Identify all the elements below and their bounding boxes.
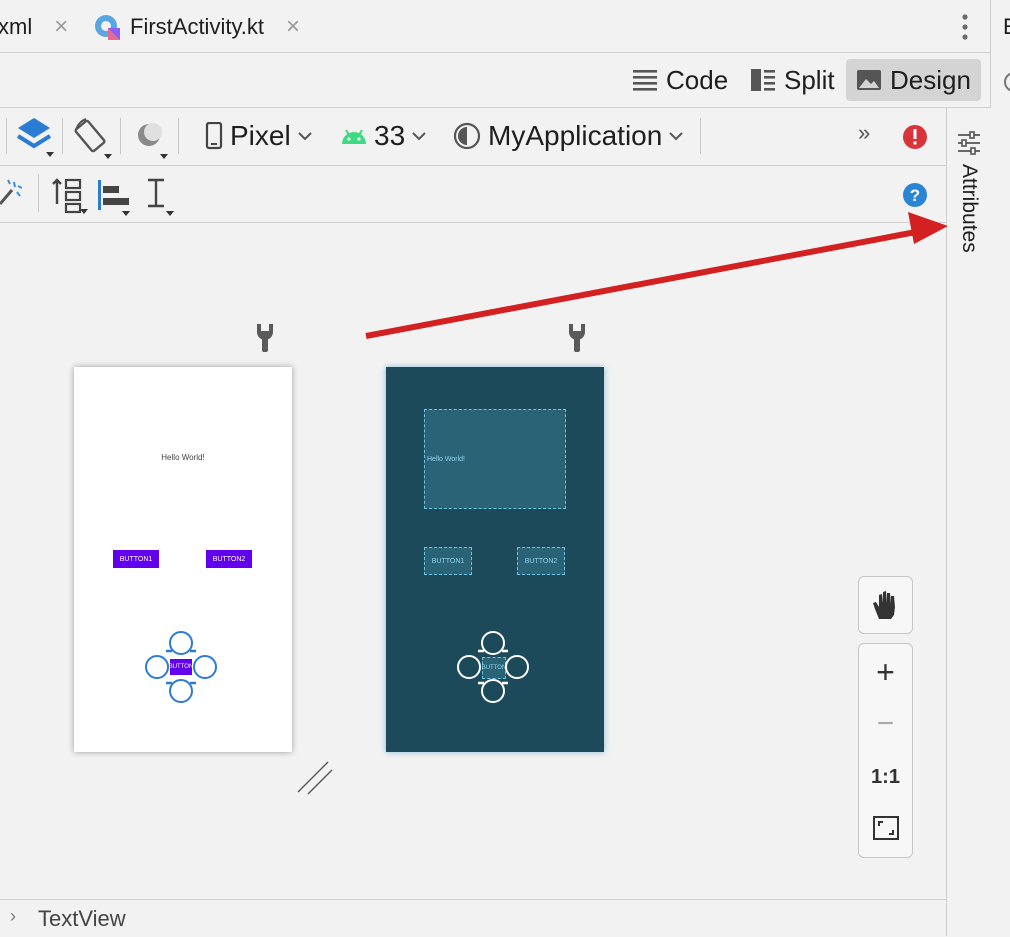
resize-handle-icon[interactable] bbox=[296, 758, 336, 796]
tab-label: FirstActivity.kt bbox=[130, 14, 265, 39]
layers-icon[interactable] bbox=[16, 116, 56, 160]
split-mode-button[interactable]: Split bbox=[740, 59, 845, 101]
constraint-handles-icon[interactable] bbox=[144, 631, 220, 707]
divider bbox=[178, 118, 179, 154]
zoom-actual-size-button[interactable]: 1:1 bbox=[859, 762, 912, 792]
guidelines-icon[interactable] bbox=[144, 176, 180, 216]
divider bbox=[62, 118, 63, 154]
split-view-icon bbox=[751, 69, 775, 91]
divider bbox=[38, 174, 39, 212]
align-icon[interactable] bbox=[96, 176, 136, 216]
android-icon bbox=[342, 129, 366, 144]
panel-icon bbox=[1004, 72, 1010, 92]
svg-text:?: ? bbox=[910, 186, 920, 205]
hand-icon bbox=[873, 591, 895, 619]
orientation-icon[interactable] bbox=[72, 116, 116, 160]
magic-wand-icon[interactable] bbox=[0, 178, 22, 208]
close-icon[interactable]: × bbox=[54, 12, 68, 42]
divider bbox=[6, 118, 7, 154]
sliders-icon[interactable] bbox=[956, 130, 982, 156]
zoom-to-fit-icon[interactable] bbox=[873, 816, 899, 840]
tab-firstactivity[interactable]: FirstActivity.kt × bbox=[92, 12, 300, 42]
editor-tab-bar: xml × FirstActivity.kt × bbox=[0, 0, 990, 53]
wrench-icon[interactable] bbox=[566, 322, 588, 354]
chevron-right-icon[interactable]: › bbox=[10, 906, 16, 927]
button2-preview[interactable]: BUTTON2 bbox=[206, 550, 252, 568]
button1-blueprint[interactable]: BUTTON1 bbox=[424, 547, 472, 575]
attributes-tool-strip: Attributes bbox=[946, 108, 991, 936]
zoom-controls: + − 1:1 bbox=[858, 643, 913, 858]
design-label: Design bbox=[890, 64, 971, 95]
kotlin-file-icon bbox=[95, 15, 120, 40]
code-lines-icon bbox=[633, 70, 657, 91]
night-mode-icon[interactable] bbox=[134, 120, 174, 160]
attributes-tab[interactable]: Attributes bbox=[955, 164, 983, 253]
api-level-label: 33 bbox=[374, 120, 406, 151]
more-options-icon[interactable] bbox=[958, 12, 972, 42]
chevron-down-icon bbox=[669, 132, 684, 141]
view-mode-bar: Code Split Design bbox=[0, 53, 990, 108]
phone-icon bbox=[205, 122, 223, 150]
pan-button[interactable] bbox=[858, 576, 913, 634]
hello-world-text[interactable]: Hello World! bbox=[74, 453, 292, 462]
help-icon[interactable]: ? bbox=[902, 182, 928, 208]
design-mode-button[interactable]: Design bbox=[846, 59, 981, 101]
zoom-out-button[interactable]: − bbox=[859, 706, 912, 742]
pack-icon[interactable] bbox=[50, 176, 90, 216]
chevron-down-icon bbox=[412, 132, 426, 141]
panel-letter: E bbox=[1003, 14, 1010, 40]
code-mode-button[interactable]: Code bbox=[622, 59, 738, 101]
layout-toolbar: ? bbox=[0, 166, 946, 223]
code-label: Code bbox=[666, 64, 729, 95]
blueprint-preview-phone[interactable]: Hello World! BUTTON1 BUTTON2 BUTTON bbox=[386, 367, 604, 752]
overflow-chevron-icon[interactable]: » bbox=[858, 120, 870, 146]
image-icon bbox=[857, 70, 881, 90]
chevron-down-icon bbox=[297, 132, 312, 141]
button2-blueprint[interactable]: BUTTON2 bbox=[517, 547, 565, 575]
close-icon[interactable]: × bbox=[286, 12, 300, 42]
split-label: Split bbox=[784, 64, 835, 95]
wrench-icon[interactable] bbox=[254, 322, 276, 354]
zoom-in-button[interactable]: + bbox=[859, 654, 912, 690]
hello-world-blueprint-box[interactable]: Hello World! bbox=[424, 409, 566, 509]
design-toolbar: Pixel 33 MyApplication » bbox=[0, 108, 946, 166]
selected-component-label[interactable]: TextView bbox=[38, 906, 126, 932]
hello-world-blueprint-text: Hello World! bbox=[427, 455, 465, 463]
theme-selector[interactable]: MyApplication bbox=[452, 120, 684, 152]
divider bbox=[700, 118, 701, 154]
theme-icon bbox=[453, 122, 481, 150]
api-level-selector[interactable]: 33 bbox=[340, 120, 427, 152]
design-preview-phone[interactable]: Hello World! BUTTON1 BUTTON2 BUTTON bbox=[74, 367, 292, 752]
constraint-handles-icon[interactable] bbox=[456, 631, 532, 707]
tab-xml[interactable]: xml × bbox=[0, 12, 68, 42]
device-label: Pixel bbox=[230, 120, 291, 151]
component-tree-bar: › TextView bbox=[0, 899, 946, 937]
tab-label: xml bbox=[0, 14, 33, 39]
adjacent-panel: E bbox=[990, 0, 1010, 936]
device-selector[interactable]: Pixel bbox=[204, 120, 313, 152]
theme-label: MyApplication bbox=[488, 120, 663, 151]
button1-preview[interactable]: BUTTON1 bbox=[113, 550, 159, 568]
error-icon[interactable] bbox=[902, 124, 928, 150]
divider bbox=[120, 118, 121, 154]
